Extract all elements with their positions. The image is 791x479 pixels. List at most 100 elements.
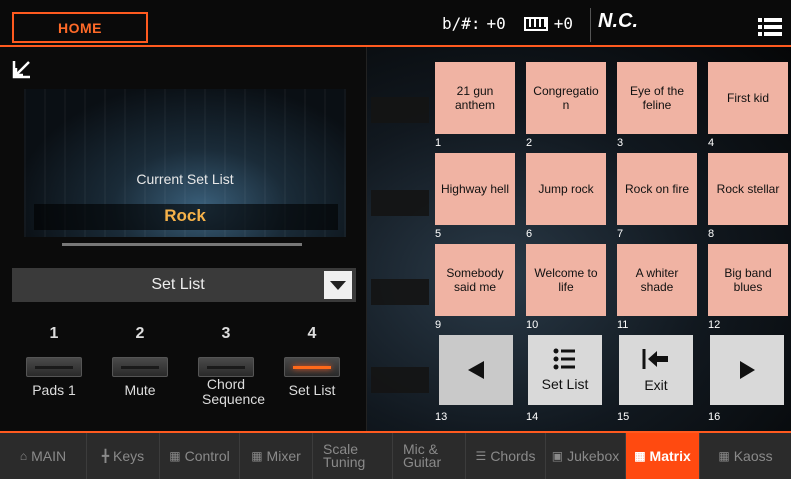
pad-11[interactable]: A whiter shade	[617, 244, 697, 316]
pad-1[interactable]: 21 gun anthem	[435, 62, 515, 134]
tab-jukebox[interactable]: ▣ Jukebox	[546, 433, 626, 479]
switch-number: 1	[49, 325, 59, 342]
tab-label-2: Guitar	[403, 454, 442, 470]
switch-label: Set List	[288, 382, 336, 398]
top-bar: HOME b/#: +0 +0 N.C.	[0, 0, 791, 46]
pad-number: 5	[435, 228, 442, 240]
home-icon: ⌂	[19, 448, 28, 463]
transpose-display[interactable]: b/#: +0 +0	[442, 14, 573, 33]
home-button[interactable]: HOME	[12, 12, 148, 43]
right-triangle-icon	[740, 361, 755, 379]
pad-number: 1	[435, 137, 442, 149]
pad-number: 6	[526, 228, 533, 240]
left-triangle-icon	[468, 361, 484, 379]
tab-scale-tuning[interactable]: Scale Tuning	[313, 433, 393, 479]
switch-button[interactable]	[198, 357, 254, 377]
control-icon: ▦	[169, 448, 181, 463]
switch-2[interactable]: 2 Mute	[98, 315, 182, 398]
tab-label-2: Tuning	[323, 454, 366, 470]
switch-label: Pads 1	[32, 382, 76, 398]
tab-mixer[interactable]: ▦ Mixer	[240, 433, 313, 479]
pad-12[interactable]: Big band blues	[708, 244, 788, 316]
pad-2[interactable]: Congregatio n	[526, 62, 606, 134]
set-list-panel: Current Set List Rock Set List 1 Pads 1 …	[0, 47, 366, 431]
switch-3[interactable]: 3 Chord Sequence	[184, 315, 268, 407]
menu-icon[interactable]	[758, 18, 782, 36]
header-separator	[590, 8, 591, 42]
chords-icon: ☰	[475, 448, 487, 463]
tab-label: Matrix	[649, 447, 691, 464]
current-set-list-label: Current Set List	[136, 171, 234, 187]
pad-8[interactable]: Rock stellar	[708, 153, 788, 225]
octave-value: +0	[553, 14, 574, 33]
matrix-icon: ▦	[634, 448, 646, 463]
switch-button[interactable]	[112, 357, 168, 377]
matrix-panel: 21 gun anthem 1 Congregatio n 2 Eye of t…	[367, 47, 791, 431]
bottom-tab-bar: ⌂ MAIN ╋ Keys ▦ Control ▦ Mixer Scale Tu…	[0, 433, 791, 479]
transpose-label: b/#:	[442, 14, 481, 33]
transpose-value: +0	[486, 14, 506, 33]
chevron-down-icon[interactable]	[324, 271, 352, 299]
previous-button[interactable]	[439, 335, 513, 405]
tab-label: MAIN	[31, 447, 67, 464]
pad-number: 14	[526, 411, 539, 423]
switch-4[interactable]: 4 Set List	[270, 315, 354, 398]
tab-keys[interactable]: ╋ Keys	[87, 433, 160, 479]
switch-label: Mute	[124, 382, 156, 398]
decorative-strip	[371, 279, 429, 305]
pad-7[interactable]: Rock on fire	[617, 153, 697, 225]
pad-number: 15	[617, 411, 630, 423]
pad-4[interactable]: First kid	[708, 62, 788, 134]
tab-label: Chords	[490, 447, 536, 464]
tab-matrix[interactable]: ▦ Matrix	[626, 433, 700, 479]
switch-button[interactable]	[26, 357, 82, 377]
pad-number: 12	[708, 319, 721, 331]
kaoss-icon: ▦	[718, 448, 730, 463]
pad-number: 7	[617, 228, 624, 240]
tab-control[interactable]: ▦ Control	[160, 433, 240, 479]
set-list-button[interactable]: Set List	[528, 335, 602, 405]
tab-main[interactable]: ⌂ MAIN	[0, 433, 87, 479]
keys-icon: ╋	[101, 448, 110, 463]
jukebox-icon: ▣	[551, 448, 564, 463]
pad-3[interactable]: Eye of the feline	[617, 62, 697, 134]
tab-chords[interactable]: ☰ Chords	[466, 433, 546, 479]
current-set-list-display: Current Set List Rock	[24, 89, 346, 237]
assignable-switches: 1 Pads 1 2 Mute 3 Chord Sequence 4 Set L…	[0, 315, 366, 431]
switch-number: 3	[221, 325, 231, 342]
exit-arrow-icon	[642, 349, 668, 369]
switch-1[interactable]: 1 Pads 1	[12, 315, 96, 398]
next-button[interactable]	[710, 335, 784, 405]
pad-number: 13	[435, 411, 448, 423]
dropdown-value: Set List	[151, 276, 205, 293]
pad-10[interactable]: Welcome to life	[526, 244, 606, 316]
tab-kaoss[interactable]: ▦ Kaoss	[700, 433, 791, 479]
set-list-button-label: Set List	[541, 376, 589, 392]
exit-button-label: Exit	[644, 377, 668, 393]
pad-number: 8	[708, 228, 715, 240]
list-icon	[553, 348, 575, 370]
tab-label: Keys	[113, 447, 145, 464]
tab-label: Jukebox	[567, 447, 620, 464]
current-set-list-name: Rock	[164, 206, 206, 225]
set-list-dropdown[interactable]: Set List	[12, 268, 356, 302]
exit-button[interactable]: Exit	[619, 335, 693, 405]
pad-5[interactable]: Highway hell	[435, 153, 515, 225]
switch-button[interactable]	[284, 357, 340, 377]
pad-number: 3	[617, 137, 624, 149]
decorative-strip	[371, 367, 429, 393]
resize-icon[interactable]	[12, 59, 32, 79]
pad-6[interactable]: Jump rock	[526, 153, 606, 225]
pad-number: 11	[617, 319, 629, 331]
chord-name-display: N.C.	[598, 10, 638, 32]
tab-label: Mixer	[266, 447, 301, 464]
pad-9[interactable]: Somebody said me	[435, 244, 515, 316]
decorative-strip	[371, 97, 429, 123]
pad-number: 2	[526, 137, 533, 149]
tab-mic-guitar[interactable]: Mic & Guitar	[393, 433, 466, 479]
pad-number: 9	[435, 319, 442, 331]
pad-number: 4	[708, 137, 715, 149]
pad-number: 16	[708, 411, 721, 423]
progress-bar	[62, 243, 302, 246]
keyboard-icon	[523, 16, 548, 31]
